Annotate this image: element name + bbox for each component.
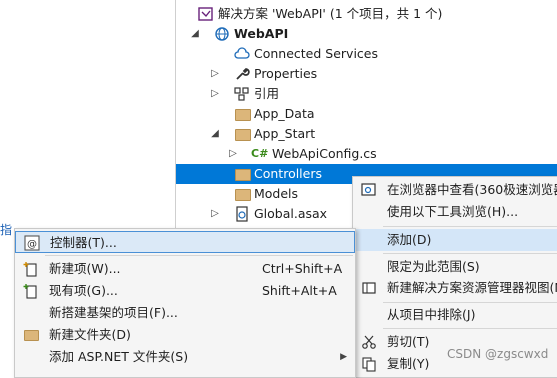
submenu-arrow-icon: ▶ (340, 352, 347, 362)
menu-item-label: 从项目中排除(J) (387, 307, 476, 322)
menu-item-label: 使用以下工具浏览(H)... (387, 204, 519, 219)
menu-item-label: 现有项(G)... (49, 283, 118, 298)
browser-icon (361, 183, 376, 196)
new-view-icon (362, 282, 376, 294)
menu-item-new-explorer-view[interactable]: 新建解决方案资源管理器视图(N) (353, 277, 557, 299)
menu-item-label: 新建文件夹(D) (49, 327, 131, 342)
left-text-fragment: 指 (0, 223, 13, 237)
tree-item-label: 引用 (254, 86, 280, 101)
menu-item-label: 限定为此范围(S) (387, 259, 480, 274)
solution-icon (198, 7, 213, 21)
references-icon (234, 87, 249, 101)
tree-row-connected-services[interactable]: Connected Services (176, 44, 557, 64)
menu-separator (45, 255, 353, 256)
tree-item-label: WebApiConfig.cs (272, 146, 377, 161)
menu-separator (383, 328, 557, 329)
menu-item-label: 添加(D) (387, 232, 432, 247)
menu-item-label: 新建解决方案资源管理器视图(N) (387, 280, 557, 295)
folder-icon (235, 189, 251, 201)
menu-item-exclude-from-project[interactable]: 从项目中排除(J) (353, 304, 557, 326)
tree-item-label: Models (254, 186, 299, 201)
folder-icon (235, 169, 251, 181)
new-item-icon (23, 262, 37, 277)
menu-separator (383, 226, 557, 227)
menu-item-label: 剪切(T) (387, 334, 430, 349)
tree-row-webapiconfig[interactable]: ▷ C# WebApiConfig.cs (176, 144, 557, 164)
menu-item-add-aspnet-folder[interactable]: 添加 ASP.NET 文件夹(S) ▶ (15, 346, 355, 368)
tree-item-label: App_Data (254, 106, 315, 121)
collapsed-arrow-icon[interactable]: ▷ (210, 84, 220, 104)
menu-item-scope-to-this[interactable]: 限定为此范围(S) (353, 256, 557, 278)
copy-icon (362, 357, 376, 372)
menu-item-shortcut: Ctrl+Shift+A (262, 261, 343, 276)
tree-item-label: App_Start (254, 126, 316, 141)
menu-item-controller[interactable]: @ 控制器(T)... (15, 231, 355, 253)
expanded-arrow-icon[interactable]: ◢ (210, 124, 220, 144)
solution-label: 解决方案 'WebAPI' (1 个项目，共 1 个) (218, 6, 443, 21)
csharp-file-icon: C# (251, 147, 269, 160)
menu-item-existing-item[interactable]: 现有项(G)... Shift+Alt+A (15, 280, 355, 302)
menu-item-label: 新建项(W)... (49, 261, 121, 276)
tree-item-label: Controllers (254, 166, 322, 181)
tree-row-app-start[interactable]: ◢ App_Start (176, 124, 557, 144)
tree-row-project[interactable]: ◢ WebAPI (176, 24, 557, 44)
expanded-arrow-icon[interactable]: ◢ (190, 24, 200, 44)
menu-item-label: 在浏览器中查看(360极速浏览器) (387, 182, 557, 197)
web-project-icon (215, 27, 229, 41)
folder-icon (235, 109, 251, 121)
cloud-icon (234, 47, 250, 59)
scissors-icon (362, 335, 376, 349)
tree-item-label: Properties (254, 66, 318, 81)
tree-item-label: Global.asax (254, 206, 328, 221)
collapsed-arrow-icon[interactable]: ▷ (210, 204, 220, 224)
watermark: CSDN @zgscwxd (447, 347, 549, 361)
tree-row-app-data[interactable]: App_Data (176, 104, 557, 124)
tree-row-references[interactable]: ▷ 引用 (176, 84, 557, 104)
menu-item-label: 新搭建基架的项目(F)... (49, 305, 178, 320)
menu-item-new-scaffolded-item[interactable]: 新搭建基架的项目(F)... (15, 302, 355, 324)
tree-row-properties[interactable]: ▷ Properties (176, 64, 557, 84)
menu-item-label: 添加 ASP.NET 文件夹(S) (49, 349, 189, 364)
menu-item-new-folder[interactable]: 新建文件夹(D) (15, 324, 355, 346)
existing-item-icon (23, 284, 37, 299)
menu-item-label: 控制器(T)... (50, 235, 117, 250)
menu-item-new-item[interactable]: 新建项(W)... Ctrl+Shift+A (15, 258, 355, 280)
tree-row-solution[interactable]: 解决方案 'WebAPI' (1 个项目，共 1 个) (176, 4, 557, 24)
menu-separator (383, 302, 557, 303)
menu-item-browse-with[interactable]: 使用以下工具浏览(H)... (353, 201, 557, 223)
add-submenu: @ 控制器(T)... 新建项(W)... Ctrl+Shift+A 现有项(G… (14, 228, 356, 378)
menu-item-add[interactable]: 添加(D) (353, 229, 557, 251)
project-label: WebAPI (234, 26, 289, 41)
folder-open-icon (235, 129, 251, 141)
global-asax-icon (236, 206, 248, 222)
svg-text:@: @ (27, 239, 37, 250)
new-folder-icon (24, 330, 39, 341)
menu-item-view-in-browser[interactable]: 在浏览器中查看(360极速浏览器) (353, 179, 557, 201)
collapsed-arrow-icon[interactable]: ▷ (210, 64, 220, 84)
wrench-icon (236, 68, 250, 80)
menu-item-shortcut: Shift+Alt+A (262, 283, 337, 298)
controller-icon: @ (24, 235, 40, 251)
collapsed-arrow-icon[interactable]: ▷ (228, 144, 238, 164)
tree-item-label: Connected Services (254, 46, 378, 61)
menu-separator (383, 253, 557, 254)
